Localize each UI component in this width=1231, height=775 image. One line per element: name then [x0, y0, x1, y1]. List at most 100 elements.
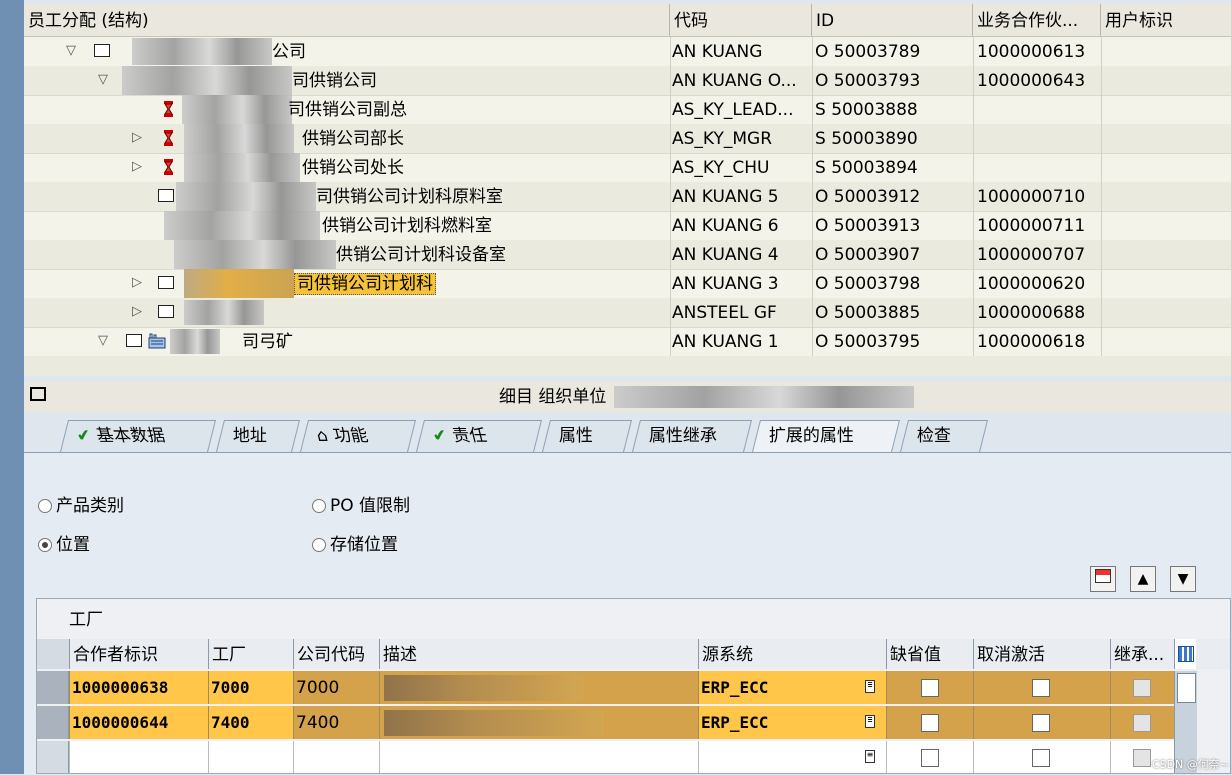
cell-partner-id[interactable]: 1000000644: [69, 706, 208, 739]
radio-button[interactable]: [312, 499, 326, 513]
deactivate-checkbox[interactable]: [1032, 749, 1050, 767]
col-partner-id[interactable]: 合作者标识: [69, 639, 208, 669]
table-row-empty[interactable]: ≡: [37, 741, 1230, 773]
selected-node-label[interactable]: 司供销公司计划科: [294, 273, 436, 295]
col-plant[interactable]: 工厂: [208, 639, 293, 669]
table-row[interactable]: 1000000644 7400 7400 ERP_ECC ≡: [37, 706, 1230, 739]
radio-button[interactable]: [312, 538, 326, 552]
column-config-icon[interactable]: [1174, 639, 1196, 669]
tab-responsibility[interactable]: ✔责任: [416, 420, 542, 452]
redacted-area: [384, 675, 584, 701]
radio-storage-location[interactable]: 存储位置: [312, 533, 398, 557]
tab-function[interactable]: ⌂功能: [300, 420, 416, 452]
col-header-assignment[interactable]: 员工分配 (结构): [24, 4, 670, 36]
tree-row[interactable]: ▷ 供销公司处长 AS_KY_CHU S 50003894: [24, 153, 1231, 183]
cell-source-system[interactable]: ERP_ECC ≡: [698, 706, 886, 739]
table-row[interactable]: 1000000638 7000 7000 ERP_ECC ≡: [37, 671, 1230, 704]
col-company-code[interactable]: 公司代码: [293, 639, 379, 669]
node-id: O 50003907: [815, 245, 921, 265]
radio-location[interactable]: 位置: [38, 533, 90, 557]
node-label[interactable]: 供销公司计划科燃料室: [322, 211, 492, 240]
node-label[interactable]: 供销公司计划科设备室: [336, 240, 506, 269]
cell-partner-id[interactable]: [69, 741, 208, 773]
value-help-icon[interactable]: ≡: [865, 750, 875, 763]
node-label[interactable]: 司供销公司计划科原料室: [316, 182, 503, 211]
node-label[interactable]: 司弓矿: [242, 327, 293, 356]
cell-plant[interactable]: 7400: [208, 706, 293, 739]
tab-address[interactable]: 地址: [216, 420, 300, 452]
tree-row[interactable]: 供销公司计划科燃料室 AN KUANG 6 O 50003913 1000000…: [24, 211, 1231, 241]
tree-row[interactable]: 司供销公司副总 AS_KY_LEAD... S 50003888: [24, 95, 1231, 125]
node-label[interactable]: 司供销公司计划科: [294, 269, 436, 298]
tree-row[interactable]: ▽ 公司 AN KUANG O 50003789 1000000613: [24, 37, 1231, 67]
tab-extended-attributes[interactable]: 扩展的属性: [752, 420, 900, 452]
tree-row-partial: [24, 356, 1231, 376]
default-checkbox[interactable]: [921, 679, 939, 697]
col-header-id[interactable]: ID: [812, 4, 973, 36]
col-default[interactable]: 缺省值: [886, 639, 973, 669]
default-checkbox[interactable]: [921, 714, 939, 732]
node-label[interactable]: 司供销公司副总: [288, 95, 407, 124]
deactivate-checkbox[interactable]: [1032, 679, 1050, 697]
row-selector[interactable]: [37, 741, 69, 773]
expand-icon[interactable]: ▷: [130, 298, 144, 327]
node-label[interactable]: 司供销公司: [292, 66, 377, 95]
col-inherited[interactable]: 继承...: [1110, 639, 1174, 669]
tree-row[interactable]: ▷ ANSTEEL GF O 50003885 1000000688: [24, 298, 1231, 328]
select-all-cell[interactable]: [37, 639, 69, 669]
detail-toggle-icon[interactable]: [30, 387, 46, 401]
radio-button-selected[interactable]: [38, 538, 52, 552]
expand-icon[interactable]: ▷: [130, 153, 144, 182]
deactivate-checkbox[interactable]: [1032, 714, 1050, 732]
tree-row[interactable]: ▽ 司弓矿 AN KUANG 1 O 50003795 1000000618: [24, 327, 1231, 357]
collapse-icon[interactable]: ▽: [96, 327, 110, 356]
value-help-icon[interactable]: ≡: [865, 680, 875, 693]
collapse-icon[interactable]: ▽: [96, 66, 110, 95]
tab-check[interactable]: 检查: [900, 420, 988, 452]
cell-plant[interactable]: [208, 741, 293, 773]
col-header-bp[interactable]: 业务合作伙...: [973, 4, 1101, 36]
col-source-system[interactable]: 源系统: [698, 639, 886, 669]
col-deactivate[interactable]: 取消激活: [973, 639, 1110, 669]
row-selector[interactable]: [37, 671, 69, 704]
col-description[interactable]: 描述: [379, 639, 698, 669]
cell-plant[interactable]: 7000: [208, 671, 293, 704]
tree-row-selected[interactable]: ▷ 司供销公司计划科 AN KUANG 3 O 50003798 1000000…: [24, 269, 1231, 299]
default-checkbox[interactable]: [921, 749, 939, 767]
col-header-user[interactable]: 用户标识: [1101, 4, 1231, 36]
collapse-icon[interactable]: ▽: [64, 37, 78, 66]
radio-button[interactable]: [38, 499, 52, 513]
table-settings-icon[interactable]: [1090, 566, 1116, 592]
row-selector[interactable]: [37, 706, 69, 739]
cell-source-system[interactable]: ≡: [698, 741, 886, 773]
radio-product-category[interactable]: 产品类别: [38, 494, 124, 518]
scrollbar-thumb[interactable]: [1177, 673, 1196, 703]
scroll-top-icon[interactable]: ▲: [1130, 566, 1156, 592]
cell-source-system[interactable]: ERP_ECC ≡: [698, 671, 886, 704]
node-label[interactable]: 供销公司部长: [302, 124, 404, 153]
tree-row[interactable]: ▽ 司供销公司 AN KUANG O... O 50003793 1000000…: [24, 66, 1231, 96]
value-help-icon[interactable]: ≡: [865, 715, 875, 728]
scroll-bottom-icon[interactable]: ▼: [1170, 566, 1196, 592]
cell-default: [886, 706, 973, 739]
tab-basic-data[interactable]: ✔基本数据: [60, 420, 216, 452]
expand-icon[interactable]: ▷: [130, 124, 144, 153]
cell-inherited: [1110, 706, 1174, 739]
org-unit-icon: [158, 189, 174, 202]
tab-attributes[interactable]: 属性: [542, 420, 632, 452]
node-label[interactable]: 公司: [272, 37, 306, 66]
tab-attribute-inheritance[interactable]: 属性继承: [632, 420, 752, 452]
radio-po-limit[interactable]: PO 值限制: [312, 494, 410, 518]
tree-row[interactable]: 司供销公司计划科原料室 AN KUANG 5 O 50003912 100000…: [24, 182, 1231, 212]
redacted-area: [184, 269, 294, 298]
redacted-area: [184, 153, 300, 182]
node-id: O 50003793: [815, 71, 921, 91]
col-header-code[interactable]: 代码: [670, 4, 812, 36]
node-label[interactable]: 供销公司处长: [302, 153, 404, 182]
cell-partner-id[interactable]: 1000000638: [69, 671, 208, 704]
tree-row[interactable]: ▷ 供销公司部长 AS_KY_MGR S 50003890: [24, 124, 1231, 154]
expand-icon[interactable]: ▷: [130, 269, 144, 298]
node-bp: 1000000711: [977, 216, 1086, 236]
table-title: 工厂: [69, 610, 103, 630]
tree-row[interactable]: 供销公司计划科设备室 AN KUANG 4 O 50003907 1000000…: [24, 240, 1231, 270]
